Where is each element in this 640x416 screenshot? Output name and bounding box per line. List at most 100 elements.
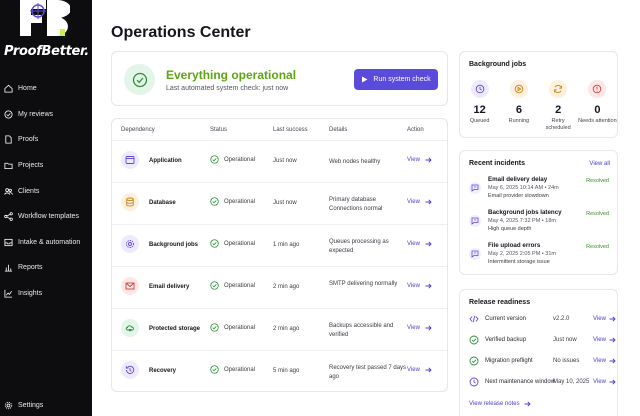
card-title: Release readiness <box>469 299 531 306</box>
list-item[interactable]: Background jobs latency May 4, 2025 7:32… <box>460 209 617 243</box>
status-badge: Operational <box>210 281 255 290</box>
incident-meta: May 4, 2025 7:32 PM • 18m <box>488 218 556 224</box>
arrow-right-icon <box>609 316 616 322</box>
view-link[interactable]: View <box>593 379 616 385</box>
sidebar-item-insights[interactable]: Insights <box>0 281 92 307</box>
dependency-name: Background jobs <box>149 242 199 248</box>
table-header: Dependency Status Last success Details A… <box>112 119 447 141</box>
last-success: 1 min ago <box>273 242 300 248</box>
list-item[interactable]: File upload errors May 2, 2025 2:05 PM •… <box>460 242 617 276</box>
run-system-check-button[interactable]: Run system check <box>354 69 438 90</box>
database-icon <box>121 193 139 211</box>
status-badge: Resolved <box>586 211 609 217</box>
arrow-right-icon <box>609 358 616 364</box>
run-button-label: Run system check <box>373 76 431 83</box>
job-stat-queued[interactable]: 12 Queued <box>460 80 499 132</box>
sidebar-item-home[interactable]: Home <box>0 76 92 102</box>
check-circle-icon <box>210 197 219 206</box>
check-circle-icon <box>469 335 479 345</box>
dependency-name: Application <box>149 158 182 164</box>
sidebar-item-settings[interactable]: Settings <box>0 397 92 413</box>
dependency-details: Web nodes healthy <box>329 159 381 165</box>
mail-icon <box>121 277 139 295</box>
sidebar-item-intake-automation[interactable]: Intake & automation <box>0 230 92 256</box>
release-label: Current version <box>485 316 527 322</box>
alert-icon <box>588 80 607 98</box>
sidebar-item-label: Projects <box>18 162 44 170</box>
dependency-details: Recovery test passed 7 days ago <box>329 365 407 380</box>
status-badge: Operational <box>210 239 255 248</box>
cloud-lock-icon <box>121 319 139 337</box>
sidebar-item-label: Home <box>18 85 37 93</box>
last-success: 2 min ago <box>273 326 300 332</box>
status-title: Everything operational <box>166 68 297 82</box>
table-row: Background jobs Operational 1 min ago Qu… <box>112 225 447 267</box>
release-value: Just now <box>553 337 577 343</box>
document-icon <box>5 135 12 144</box>
incident-description: High queue depth <box>488 226 532 232</box>
view-link[interactable]: View <box>593 337 616 343</box>
view-link[interactable]: View <box>407 241 432 247</box>
dependency-details: SMTP delivering normally <box>329 281 398 287</box>
check-circle-icon <box>210 239 219 248</box>
arrow-right-icon <box>425 325 432 331</box>
view-label: View <box>593 337 606 343</box>
job-label: Needs attention <box>578 118 617 124</box>
table-row: Email delivery Operational 2 min ago SMT… <box>112 267 447 309</box>
check-circle-icon <box>469 356 479 366</box>
view-link[interactable]: View <box>407 157 432 163</box>
sidebar-item-reports[interactable]: Reports <box>0 255 92 281</box>
gear-icon <box>4 401 13 409</box>
view-label: View <box>593 316 606 322</box>
sidebar-item-label: Insights <box>18 290 43 298</box>
brand-logo-mark[interactable] <box>14 0 70 40</box>
status-badge: Operational <box>210 155 255 164</box>
main-content: Operations Center Everything operational… <box>92 0 640 416</box>
incident-meta: May 2, 2025 2:05 PM • 31m <box>488 251 556 257</box>
settings-label: Settings <box>18 401 44 409</box>
sidebar-item-label: Reports <box>18 264 43 272</box>
job-stat-needs-attention[interactable]: 0 Needs attention <box>578 80 617 132</box>
view-link[interactable]: View <box>593 358 616 364</box>
view-link[interactable]: View <box>407 283 432 289</box>
incident-description: Email provider slowdown <box>488 193 549 199</box>
view-label: View <box>407 367 420 373</box>
table-row: Application Operational Just now Web nod… <box>112 141 447 183</box>
status-badge: Operational <box>210 323 255 332</box>
sidebar-item-label: Clients <box>18 187 40 195</box>
view-release-notes-link[interactable]: View release notes <box>469 401 531 407</box>
release-value: v2.2.0 <box>553 316 570 322</box>
release-row-migration: Migration preflight No issues View <box>460 354 617 375</box>
arrow-right-icon <box>425 157 432 163</box>
dependencies-table: Dependency Status Last success Details A… <box>111 118 448 392</box>
col-action: Action <box>407 127 424 133</box>
application-icon <box>121 151 139 169</box>
sidebar-item-projects[interactable]: Projects <box>0 153 92 179</box>
list-item[interactable]: Email delivery delay May 6, 2025 10:14 A… <box>460 176 617 210</box>
retry-icon <box>549 80 568 98</box>
sidebar-item-label: Proofs <box>18 136 39 144</box>
view-label: View <box>593 358 606 364</box>
view-link[interactable]: View <box>407 367 432 373</box>
view-all-link[interactable]: View all <box>589 161 610 167</box>
view-link[interactable]: View <box>407 325 432 331</box>
status-text: Operational <box>224 366 256 373</box>
table-row: Recovery Operational 5 min ago Recovery … <box>112 351 447 393</box>
dependency-details: Primary database Connections normal <box>329 197 383 212</box>
sidebar: ProofBetter. Home My reviews Proofs Proj… <box>0 0 92 416</box>
job-stat-running[interactable]: 6 Running <box>499 80 538 132</box>
system-status-card: Everything operational Last automated sy… <box>111 51 448 106</box>
sidebar-item-clients[interactable]: Clients <box>0 178 92 204</box>
recent-incidents-card: Recent incidents View all Email delivery… <box>459 150 618 275</box>
check-circle-icon <box>210 365 219 374</box>
view-link[interactable]: View <box>593 316 616 322</box>
arrow-right-icon <box>524 401 531 407</box>
job-stat-retry-scheduled[interactable]: 2 Retry scheduled <box>539 80 578 132</box>
sidebar-item-workflow-templates[interactable]: Workflow templates <box>0 204 92 230</box>
bar-chart-icon <box>4 265 13 272</box>
sidebar-item-my-reviews[interactable]: My reviews <box>0 102 92 128</box>
incident-meta: May 6, 2025 10:14 AM • 24m <box>488 185 559 191</box>
view-label: View <box>407 199 420 205</box>
sidebar-item-proofs[interactable]: Proofs <box>0 127 92 153</box>
view-link[interactable]: View <box>407 199 432 205</box>
